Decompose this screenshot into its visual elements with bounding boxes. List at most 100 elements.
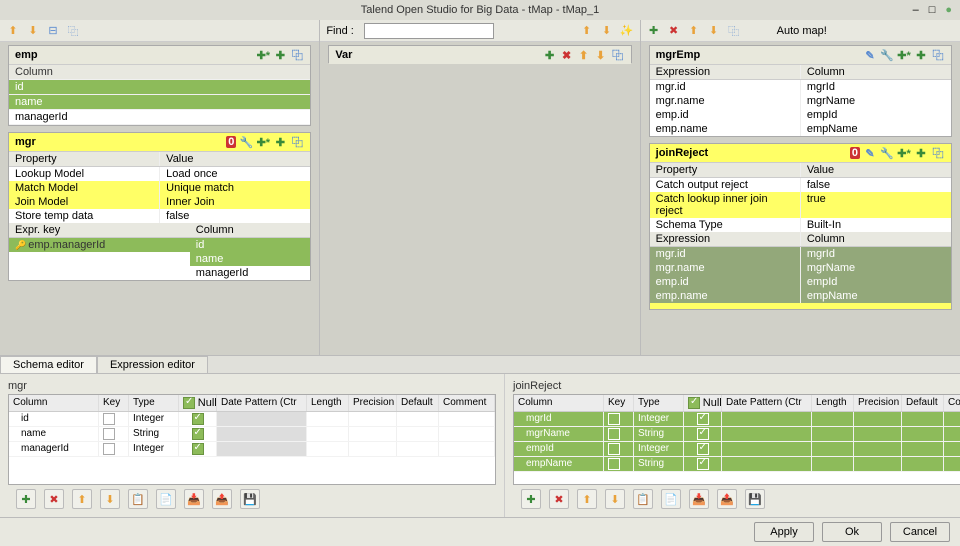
arrow-up-icon[interactable]: ⬆ — [6, 24, 20, 38]
th-len[interactable]: Length — [307, 395, 349, 411]
mgr-val[interactable]: Unique match — [160, 181, 310, 195]
out-col[interactable]: mgrName — [801, 261, 951, 275]
add-button[interactable]: ✚ — [521, 489, 541, 509]
arrow-down-icon[interactable]: ⬇ — [594, 48, 608, 62]
out-expr[interactable]: mgr.name — [650, 261, 801, 275]
panel-menu-icon[interactable]: ⿻ — [611, 48, 625, 62]
export-button[interactable]: 📤 — [717, 489, 737, 509]
expr-key-cell[interactable] — [9, 266, 190, 280]
expr-key-cell[interactable]: 🔑emp.managerId — [9, 238, 190, 252]
add-button[interactable]: ✚ — [16, 489, 36, 509]
add-column-icon[interactable]: ✚ — [914, 146, 928, 160]
move-up-button[interactable]: ⬆ — [72, 489, 92, 509]
out-expr[interactable]: mgr.id — [650, 80, 801, 94]
out-col[interactable]: mgrId — [801, 80, 951, 94]
th-def[interactable]: Default — [397, 395, 439, 411]
th-date[interactable]: Date Pattern (Ctr — [722, 395, 812, 411]
mgr-val[interactable]: false — [160, 209, 310, 223]
out-expr[interactable]: mgr.id — [650, 247, 801, 261]
panel-menu-icon[interactable]: ⿻ — [931, 146, 945, 160]
out-col[interactable]: empName — [801, 289, 951, 303]
panel-menu-icon[interactable]: ⿻ — [290, 135, 304, 149]
arrow-down-icon[interactable]: ⬇ — [26, 24, 40, 38]
add-icon[interactable]: ✚* — [256, 48, 270, 62]
table-row[interactable]: nameString — [9, 427, 495, 442]
out-expr[interactable]: emp.id — [650, 108, 801, 122]
wrench-icon[interactable]: 🔧 — [880, 48, 894, 62]
add-icon[interactable]: ✚ — [647, 24, 661, 38]
find-input[interactable] — [364, 23, 494, 39]
out-col[interactable]: mgrName — [801, 94, 951, 108]
tab-expression-editor[interactable]: Expression editor — [97, 356, 208, 373]
move-down-button[interactable]: ⬇ — [100, 489, 120, 509]
wrench-icon[interactable]: 🔧 — [880, 146, 894, 160]
th-com[interactable]: Comment — [944, 395, 960, 411]
expr-col-cell[interactable]: id — [190, 238, 311, 252]
import-button[interactable]: 📥 — [689, 489, 709, 509]
remove-button[interactable]: ✖ — [44, 489, 64, 509]
th-type[interactable]: Type — [634, 395, 684, 411]
expr-col-cell[interactable]: managerId — [190, 266, 311, 280]
out-col[interactable]: empId — [801, 275, 951, 289]
remove-icon[interactable]: ✖ — [667, 24, 681, 38]
remove-icon[interactable]: ✖ — [560, 48, 574, 62]
move-up-button[interactable]: ⬆ — [577, 489, 597, 509]
arrow-up-icon[interactable]: ⬆ — [580, 24, 594, 38]
out-col[interactable]: empId — [801, 108, 951, 122]
expr-key-cell[interactable] — [9, 252, 190, 266]
panel-menu-icon[interactable]: ⿻ — [727, 24, 741, 38]
out-col[interactable]: mgrId — [801, 247, 951, 261]
ok-button[interactable]: Ok — [822, 522, 882, 542]
close-icon[interactable]: ● — [945, 4, 952, 16]
arrow-down-icon[interactable]: ⬇ — [707, 24, 721, 38]
table-row[interactable]: mgrNameString — [514, 427, 960, 442]
th-column[interactable]: Column — [514, 395, 604, 411]
table-row[interactable]: empIdInteger — [514, 442, 960, 457]
pencil-icon[interactable]: ✎ — [863, 146, 877, 160]
table-row[interactable]: mgrIdInteger — [514, 412, 960, 427]
emp-row-id[interactable]: id — [9, 80, 310, 95]
out-expr[interactable]: emp.name — [650, 289, 801, 303]
table-row[interactable]: idInteger — [9, 412, 495, 427]
remove-button[interactable]: ✖ — [549, 489, 569, 509]
mgr-val[interactable]: Load once — [160, 167, 310, 181]
expr-col-cell[interactable]: name — [190, 252, 311, 266]
copy-button[interactable]: 📋 — [633, 489, 653, 509]
arrow-up-icon[interactable]: ⬆ — [687, 24, 701, 38]
paste-button[interactable]: 📄 — [661, 489, 681, 509]
th-date[interactable]: Date Pattern (Ctr — [217, 395, 307, 411]
paste-button[interactable]: 📄 — [156, 489, 176, 509]
jr-val[interactable]: false — [801, 178, 951, 192]
pencil-icon[interactable]: ✎ — [863, 48, 877, 62]
add-column-icon[interactable]: ✚ — [273, 135, 287, 149]
error-badge-icon[interactable]: 0 — [226, 136, 236, 148]
th-column[interactable]: Column — [9, 395, 99, 411]
panel-menu-icon[interactable]: ⿻ — [931, 48, 945, 62]
th-len[interactable]: Length — [812, 395, 854, 411]
export-button[interactable]: 📤 — [212, 489, 232, 509]
jr-val[interactable]: true — [801, 192, 951, 218]
th-prec[interactable]: Precision — [854, 395, 902, 411]
out-expr[interactable]: mgr.name — [650, 94, 801, 108]
error-badge-icon[interactable]: 0 — [850, 147, 860, 159]
arrow-up-icon[interactable]: ⬆ — [577, 48, 591, 62]
arrow-down-icon[interactable]: ⬇ — [600, 24, 614, 38]
out-col[interactable]: empName — [801, 122, 951, 136]
wrench-icon[interactable]: 🔧 — [239, 135, 253, 149]
add-icon[interactable]: ✚ — [543, 48, 557, 62]
table-row[interactable]: empNameString — [514, 457, 960, 472]
nullable-all-checkbox[interactable] — [688, 397, 700, 409]
th-com[interactable]: Comment — [439, 395, 495, 411]
add-icon[interactable]: ✚* — [897, 48, 911, 62]
move-down-button[interactable]: ⬇ — [605, 489, 625, 509]
minimize-panel-icon[interactable]: ⊟ — [46, 24, 60, 38]
minimize-icon[interactable]: – — [913, 4, 919, 16]
out-expr[interactable]: emp.name — [650, 122, 801, 136]
import-button[interactable]: 📥 — [184, 489, 204, 509]
add-icon[interactable]: ✚* — [897, 146, 911, 160]
copy-button[interactable]: 📋 — [128, 489, 148, 509]
restore-panel-icon[interactable]: ⿻ — [66, 24, 80, 38]
emp-row-name[interactable]: name — [9, 95, 310, 110]
highlight-icon[interactable]: ✨ — [620, 24, 634, 38]
th-type[interactable]: Type — [129, 395, 179, 411]
